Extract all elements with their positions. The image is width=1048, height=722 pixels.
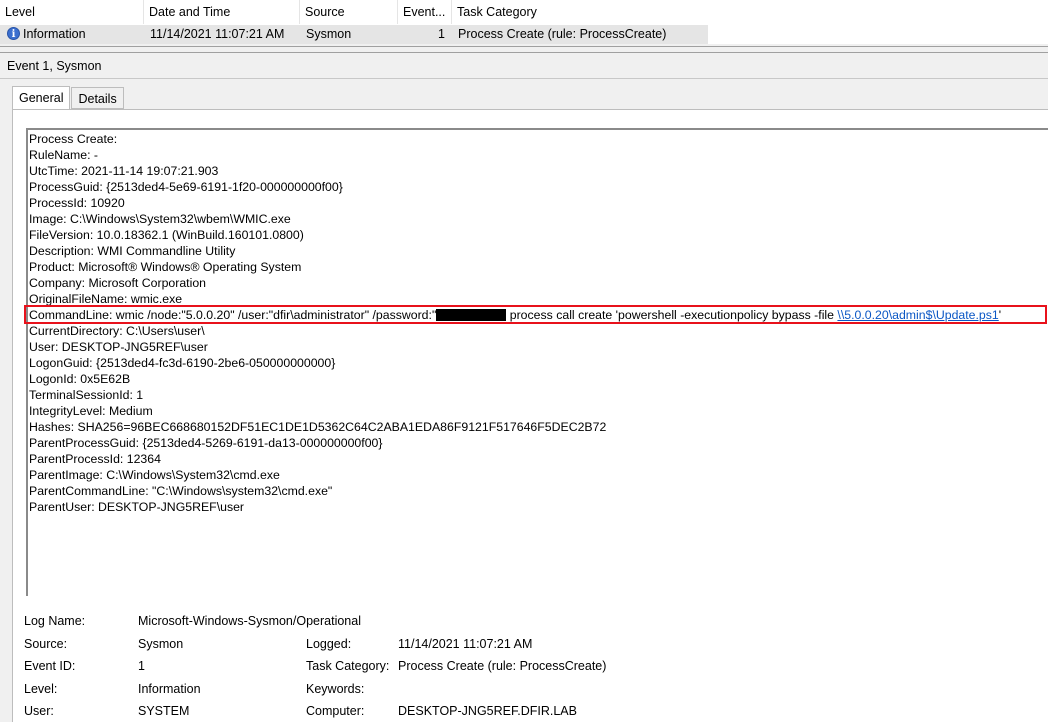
event-row[interactable]: i Information 11/14/2021 11:07:21 AM Sysm…: [0, 25, 708, 44]
event-detail-title: Event 1, Sysmon: [7, 59, 102, 73]
event-list: Level Date and Time Source Event... Task…: [0, 0, 1048, 44]
description-line: RuleName: -: [29, 148, 99, 162]
description-line: ProcessId: 10920: [29, 196, 125, 210]
event-list-header: Level Date and Time Source Event... Task…: [0, 0, 708, 24]
description-line: Company: Microsoft Corporation: [29, 276, 207, 290]
row-level: Information: [23, 27, 86, 41]
description-line: LogonId: 0x5E62B: [29, 372, 131, 386]
column-header-task-category[interactable]: Task Category: [452, 0, 708, 24]
column-header-date-time[interactable]: Date and Time: [144, 0, 300, 24]
user-value: SYSTEM: [138, 704, 190, 718]
row-task-category: Process Create (rule: ProcessCreate): [458, 27, 667, 41]
description-line: ParentProcessGuid: {2513ded4-5269-6191-d…: [29, 436, 383, 450]
log-name-value: Microsoft-Windows-Sysmon/Operational: [138, 614, 361, 628]
description-line: FileVersion: 10.0.18362.1 (WinBuild.1601…: [29, 228, 304, 242]
level-label: Level:: [24, 682, 58, 696]
level-value: Information: [138, 682, 201, 696]
row-level-cell: i Information: [0, 25, 144, 44]
description-line: User: DESKTOP-JNG5REF\user: [29, 340, 208, 354]
description-line: UtcTime: 2021-11-14 19:07:21.903: [29, 164, 219, 178]
logged-value: 11/14/2021 11:07:21 AM: [398, 637, 533, 651]
description-line: ParentImage: C:\Windows\System32\cmd.exe: [29, 468, 280, 482]
divider: [0, 78, 1048, 79]
tab-general[interactable]: General: [12, 86, 71, 110]
description-line: Product: Microsoft® Windows® Operating S…: [29, 260, 302, 274]
column-header-level[interactable]: Level: [0, 0, 144, 24]
event-id-value: 1: [138, 659, 145, 673]
column-header-event-id[interactable]: Event...: [398, 0, 452, 24]
logged-label: Logged:: [306, 637, 352, 651]
description-line: Hashes: SHA256=96BEC668680152DF51EC1DE1D…: [29, 420, 607, 434]
detail-tabs: General Details: [12, 86, 125, 110]
task-category-label: Task Category:: [306, 659, 390, 673]
description-line: TerminalSessionId: 1: [29, 388, 144, 402]
row-source: Sysmon: [306, 27, 352, 41]
source-label: Source:: [24, 637, 68, 651]
log-name-label: Log Name:: [24, 614, 86, 628]
description-line: Process Create:: [29, 132, 118, 146]
row-event-id: 1: [438, 27, 445, 41]
information-icon: i: [7, 27, 20, 41]
description-line: LogonGuid: {2513ded4-fc3d-6190-2be6-0500…: [29, 356, 336, 370]
description-line: Description: WMI Commandline Utility: [29, 244, 236, 258]
description-line: ParentUser: DESKTOP-JNG5REF\user: [29, 500, 245, 514]
description-line: CurrentDirectory: C:\Users\user\: [29, 324, 205, 338]
tab-details[interactable]: Details: [71, 87, 124, 109]
column-header-source[interactable]: Source: [300, 0, 398, 24]
splitter-line: [0, 46, 1048, 47]
row-date-time: 11/14/2021 11:07:21 AM: [150, 27, 285, 41]
event-id-label: Event ID:: [24, 659, 76, 673]
user-label: User:: [24, 704, 54, 718]
computer-label: Computer:: [306, 704, 365, 718]
description-line: ParentCommandLine: "C:\Windows\system32\…: [29, 484, 333, 498]
description-line: Image: C:\Windows\System32\wbem\WMIC.exe: [29, 212, 291, 226]
description-line: IntegrityLevel: Medium: [29, 404, 153, 418]
splitter-line[interactable]: [0, 52, 1048, 53]
description-line: ParentProcessId: 12364: [29, 452, 161, 466]
source-value: Sysmon: [138, 637, 184, 651]
computer-value: DESKTOP-JNG5REF.DFIR.LAB: [398, 704, 577, 718]
keywords-label: Keywords:: [306, 682, 365, 696]
description-line: ProcessGuid: {2513ded4-5e69-6191-1f20-00…: [29, 180, 343, 194]
task-category-value: Process Create (rule: ProcessCreate): [398, 659, 607, 673]
command-line-highlight-box: [24, 305, 1047, 324]
